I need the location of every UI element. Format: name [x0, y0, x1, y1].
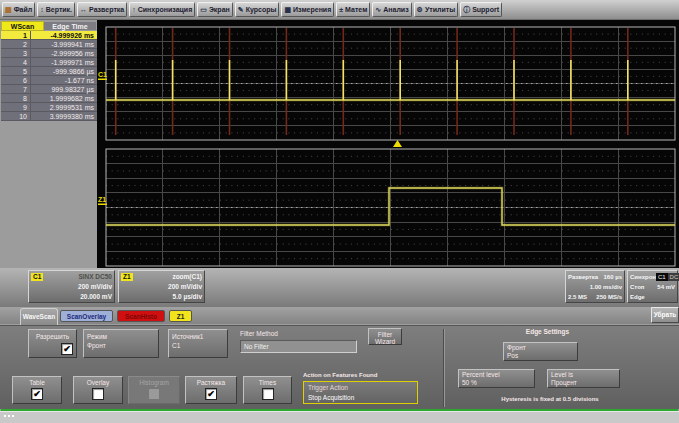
dialog-tabs: WaveScan ScanOverlay ScanHisto Z1 Убрать — [0, 307, 679, 325]
table-check-button[interactable]: Table✔ — [12, 376, 62, 404]
z1-trace-label[interactable]: Z1 — [98, 196, 106, 203]
math-icon: ± — [339, 6, 343, 13]
table-row[interactable]: 103.9999380 ms — [1, 112, 97, 121]
wavescan-dialog: Разрешить ✔ Режим Фронт Источник1 C1 Fil… — [0, 325, 679, 409]
enable-button[interactable]: Разрешить ✔ — [28, 329, 77, 358]
menu-measure[interactable]: ▦Измерения — [281, 2, 334, 17]
measure-icon: ▦ — [284, 6, 291, 13]
edge-settings-title: Edge Settings — [445, 328, 650, 335]
menu-analysis[interactable]: ∿Анализ — [372, 2, 411, 17]
wscan-tab[interactable]: WScan — [1, 21, 44, 31]
histogram-checkbox — [148, 388, 160, 400]
descriptor-bar: C1SINX DC50 200 mV/div 20.000 mV Z1zoom(… — [0, 268, 679, 307]
bottom-strip — [0, 411, 679, 423]
menu-cursors[interactable]: ✎Курсоры — [235, 2, 280, 17]
menu-math[interactable]: ±Матем — [336, 2, 370, 17]
menu-display[interactable]: ▭Экран — [197, 2, 233, 17]
z1-badge: Z1 — [121, 273, 133, 281]
action-on-found-button[interactable]: Trigger Action Stop Acquisition — [303, 381, 418, 404]
waveform-display: C1 Z1 — [97, 20, 679, 268]
overlay-checkbox[interactable] — [92, 388, 104, 400]
times-check-button[interactable]: Times — [243, 376, 292, 404]
display-icon: ▭ — [200, 6, 207, 13]
menu-trigger[interactable]: ↑Синхронизация — [129, 2, 195, 17]
overlay-check-button[interactable]: Overlay — [73, 376, 123, 404]
resize-grip[interactable] — [4, 415, 14, 419]
trigger-arrow-icon: ↑ — [132, 6, 136, 13]
wavescan-table: WScan Edge Time 1-4.999926 ms 2-3.999941… — [1, 21, 97, 121]
level-is-dropdown[interactable]: Level is Процент — [547, 369, 620, 388]
action-title: Action on Features Found — [303, 372, 377, 378]
menu-bar: ▤Файл ↕Вертик. ↔Развертка ↑Синхронизация… — [0, 0, 679, 20]
mode-dropdown[interactable]: Режим Фронт — [83, 329, 159, 358]
info-icon: ⓘ — [463, 6, 470, 13]
enable-checkbox[interactable]: ✔ — [61, 343, 73, 355]
menu-support[interactable]: ⓘSupport — [460, 2, 502, 17]
trigger-descriptor[interactable]: СинхронC1DC Стоп54 mV Edge — [627, 270, 678, 303]
histogram-check-button: Histogram — [128, 376, 180, 404]
table-row[interactable]: 81.9999682 ms — [1, 94, 97, 103]
tab-scanhisto[interactable]: ScanHisto — [117, 310, 165, 322]
zoom-checkbox[interactable]: ✔ — [205, 388, 217, 400]
c1-descriptor[interactable]: C1SINX DC50 200 mV/div 20.000 mV — [28, 270, 115, 303]
vertical-arrows-icon: ↕ — [40, 6, 44, 13]
slope-dropdown[interactable]: Фронт Pos — [503, 342, 578, 361]
menu-vertical[interactable]: ↕Вертик. — [37, 2, 75, 17]
filter-wizard-button[interactable]: Filter Wizard — [368, 328, 402, 345]
trigger-source-badge: C1 — [656, 273, 668, 281]
table-row[interactable]: 7999.98327 µs — [1, 85, 97, 94]
times-checkbox[interactable] — [262, 388, 274, 400]
table-checkbox[interactable]: ✔ — [31, 388, 43, 400]
hysteresis-note: Hysteresis is fixed at 0.5 divisions — [445, 396, 655, 402]
file-icon: ▤ — [5, 6, 12, 13]
c1-trace-label[interactable]: C1 — [98, 71, 107, 78]
z1-descriptor[interactable]: Z1zoom(C1) 200 mV/div 5.0 µs/div — [118, 270, 205, 303]
tab-scanoverlay[interactable]: ScanOverlay — [60, 310, 113, 322]
filter-method-field[interactable]: No Filter — [240, 340, 357, 353]
zoom-check-button[interactable]: Растяжка✔ — [185, 376, 237, 404]
c1-trace-tick — [98, 79, 107, 81]
table-row[interactable]: 4-1.999971 ms — [1, 58, 97, 67]
table-row[interactable]: 92.9999531 ms — [1, 103, 97, 112]
cursor-pencil-icon: ✎ — [238, 6, 244, 13]
table-row[interactable]: 1-4.999926 ms — [1, 31, 97, 40]
utilities-gear-icon: ⚙ — [417, 6, 423, 13]
waveform-svg: C1 Z1 — [97, 20, 679, 268]
c1-trace-pulses — [116, 60, 628, 100]
z1-trace-fuzz — [106, 188, 675, 225]
analysis-wave-icon: ∿ — [375, 6, 381, 13]
edge-time-column-header: Edge Time — [44, 21, 97, 31]
table-row[interactable]: 3-2.999956 ms — [1, 49, 97, 58]
timebase-descriptor[interactable]: Развертка160 µs 1.00 ms/div 2.5 MS250 MS… — [565, 270, 625, 303]
close-dialog-button[interactable]: Убрать — [651, 307, 679, 323]
horizontal-arrows-icon: ↔ — [80, 6, 87, 13]
menu-timebase[interactable]: ↔Развертка — [77, 2, 127, 17]
menu-file[interactable]: ▤Файл — [2, 2, 35, 17]
table-row[interactable]: 5-999.9866 µs — [1, 67, 97, 76]
trigger-coupling-badge: DC — [668, 273, 679, 281]
z1-trace-tick — [98, 204, 107, 206]
tab-z1[interactable]: Z1 — [169, 310, 192, 322]
table-row[interactable]: 2-3.999941 ms — [1, 40, 97, 49]
c1-badge: C1 — [31, 273, 43, 281]
table-row[interactable]: 6-1.677 ns — [1, 76, 97, 85]
source1-dropdown[interactable]: Источник1 C1 — [168, 329, 228, 358]
percent-level-field[interactable]: Percent level 50 % — [458, 369, 535, 388]
filter-method-label: Filter Method — [240, 330, 278, 337]
menu-utilities[interactable]: ⚙Утилиты — [414, 2, 459, 17]
trigger-position-marker[interactable] — [393, 140, 402, 147]
tab-wavescan[interactable]: WaveScan — [20, 308, 58, 325]
